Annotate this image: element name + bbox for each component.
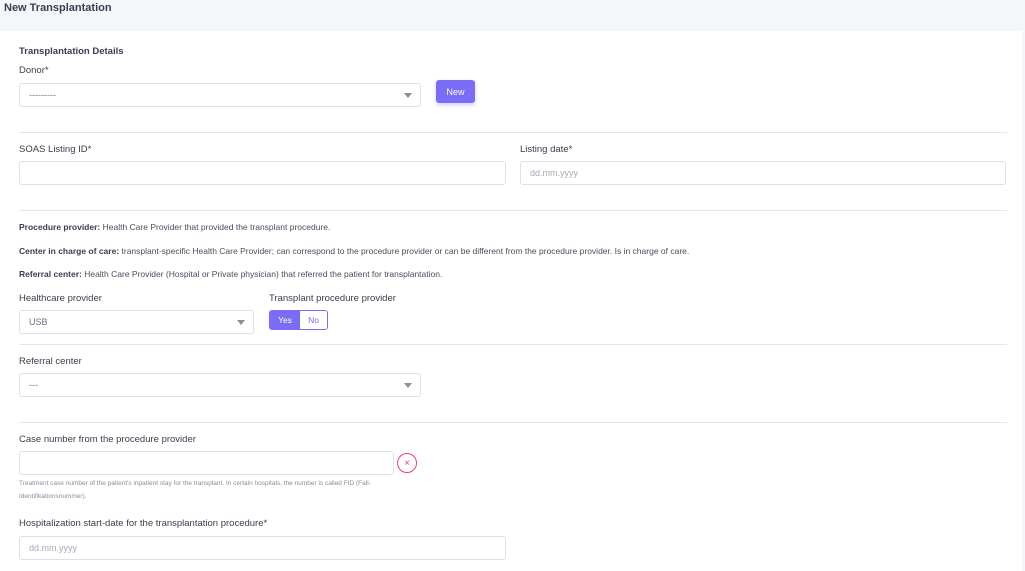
section-title-details: Transplantation Details (19, 46, 124, 57)
hospitalization-start-input[interactable]: dd.mm.yyyy (19, 536, 506, 560)
divider (19, 132, 1007, 133)
referral-center-label: Referral center (19, 356, 82, 367)
case-number-input[interactable] (19, 451, 394, 475)
page-title: New Transplantation (4, 2, 112, 14)
toggle-no-button[interactable]: No (300, 311, 327, 329)
transplant-procedure-provider-label: Transplant procedure provider (269, 293, 396, 304)
healthcare-provider-label: Healthcare provider (19, 293, 102, 304)
hospitalization-start-label: Hospitalization start-date for the trans… (19, 518, 268, 529)
referral-center-value: --- (29, 380, 38, 390)
chevron-down-icon (404, 383, 412, 388)
transplant-procedure-provider-toggle: Yes No (269, 310, 328, 330)
divider (19, 344, 1007, 345)
divider (19, 210, 1007, 211)
donor-label: Donor* (19, 65, 49, 76)
soas-listing-input[interactable] (19, 161, 506, 185)
new-donor-button[interactable]: New (436, 80, 475, 103)
info-text: Health Care Provider that provided the t… (100, 222, 331, 232)
case-number-help-text: Treatment case number of the patient's i… (19, 480, 371, 500)
info-procedure-provider: Procedure provider: Health Care Provider… (19, 222, 330, 232)
listing-date-label: Listing date* (520, 144, 573, 155)
case-number-label: Case number from the procedure provider (19, 434, 196, 445)
listing-date-input[interactable]: dd.mm.yyyy (520, 161, 1006, 185)
chevron-down-icon (404, 93, 412, 98)
healthcare-provider-select[interactable]: USB (19, 310, 254, 334)
donor-select[interactable]: --------- (19, 83, 421, 107)
info-term: Center in charge of care: (19, 246, 120, 256)
info-text: Health Care Provider (Hospital or Privat… (81, 269, 443, 279)
healthcare-provider-value: USB (29, 317, 48, 327)
info-term: Procedure provider: (19, 222, 101, 232)
referral-center-select[interactable]: --- (19, 373, 421, 397)
info-referral-center: Referral center: Health Care Provider (H… (19, 269, 442, 279)
info-center-in-charge: Center in charge of care: transplant-spe… (19, 246, 689, 256)
listing-date-placeholder: dd.mm.yyyy (530, 168, 579, 178)
info-text: transplant-specific Health Care Provider… (119, 246, 690, 256)
toggle-yes-button[interactable]: Yes (270, 311, 300, 329)
donor-select-value: --------- (29, 90, 56, 100)
info-term: Referral center: (19, 269, 82, 279)
chevron-down-icon (237, 320, 245, 325)
soas-listing-label: SOAS Listing ID* (19, 144, 92, 155)
clear-icon[interactable]: × (397, 453, 417, 473)
divider (19, 422, 1007, 423)
hospitalization-start-placeholder: dd.mm.yyyy (29, 543, 78, 553)
